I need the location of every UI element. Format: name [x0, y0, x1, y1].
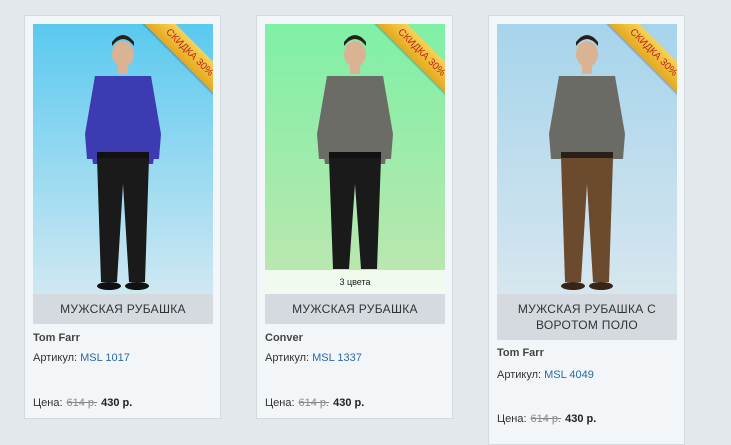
product-photo[interactable]: 3 цвета СКИДКА 30% [265, 24, 445, 294]
product-price: Цена: 614 р. 430 р. [497, 413, 596, 425]
price-label: Цена: [497, 413, 527, 425]
discount-ribbon: СКИДКА 30% [603, 24, 677, 106]
sku-label: Артикул: [497, 369, 542, 381]
product-card[interactable]: СКИДКА 30% МУЖСКАЯ РУБАШКА Tom Farr Арти… [24, 15, 221, 419]
sku-link[interactable]: MSL 4049 [544, 369, 594, 381]
sku-label: Артикул: [265, 352, 310, 364]
product-photo[interactable]: СКИДКА 30% [33, 24, 213, 294]
new-price: 430 р. [565, 413, 597, 425]
product-sku: Артикул: MSL 1017 [33, 352, 130, 364]
product-title[interactable]: МУЖСКАЯ РУБАШКА [33, 294, 213, 324]
price-label: Цена: [33, 397, 63, 409]
sku-link[interactable]: MSL 1017 [80, 352, 130, 364]
product-sku: Артикул: MSL 1337 [265, 352, 362, 364]
product-brand: Tom Farr [33, 332, 80, 344]
discount-badge: СКИДКА 30% [371, 24, 445, 104]
product-price: Цена: 614 р. 430 р. [265, 397, 364, 409]
product-card[interactable]: 3 цвета СКИДКА 30% МУЖСКАЯ РУБАШКА Conve… [256, 15, 453, 419]
product-brand: Conver [265, 332, 303, 344]
color-count: 3 цвета [265, 270, 445, 294]
new-price: 430 р. [333, 397, 365, 409]
price-label: Цена: [265, 397, 295, 409]
old-price: 614 р. [298, 397, 330, 409]
product-price: Цена: 614 р. 430 р. [33, 397, 132, 409]
product-card[interactable]: СКИДКА 30% МУЖСКАЯ РУБАШКА С ВОРОТОМ ПОЛ… [488, 15, 685, 445]
new-price: 430 р. [101, 397, 133, 409]
discount-badge: СКИДКА 30% [139, 24, 213, 104]
product-photo[interactable]: СКИДКА 30% [497, 24, 677, 294]
sku-link[interactable]: MSL 1337 [312, 352, 362, 364]
old-price: 614 р. [66, 397, 98, 409]
discount-ribbon: СКИДКА 30% [371, 24, 445, 106]
product-brand: Tom Farr [497, 347, 544, 359]
product-title[interactable]: МУЖСКАЯ РУБАШКА С ВОРОТОМ ПОЛО [497, 294, 677, 340]
product-title[interactable]: МУЖСКАЯ РУБАШКА [265, 294, 445, 324]
discount-ribbon: СКИДКА 30% [139, 24, 213, 106]
sku-label: Артикул: [33, 352, 78, 364]
discount-badge: СКИДКА 30% [603, 24, 677, 104]
old-price: 614 р. [530, 413, 562, 425]
product-sku: Артикул: MSL 4049 [497, 369, 594, 381]
